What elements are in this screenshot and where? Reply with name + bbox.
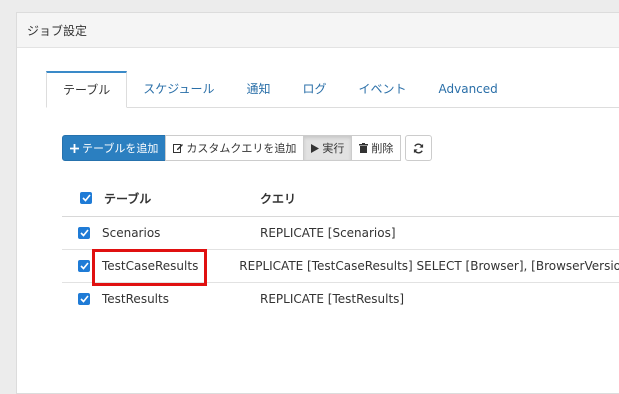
trash-icon	[359, 143, 369, 153]
tab-log[interactable]: ログ	[286, 71, 342, 107]
panel-title: ジョブ設定	[17, 13, 619, 48]
toolbar: テーブルを追加 カスタムクエリを追加 実行 削除	[62, 135, 433, 161]
tab-advanced[interactable]: Advanced	[423, 71, 514, 107]
edit-icon	[173, 143, 184, 153]
add-custom-query-button[interactable]: カスタムクエリを追加	[165, 135, 305, 161]
refresh-button[interactable]	[405, 135, 433, 161]
highlight-box	[92, 249, 207, 286]
plus-icon	[70, 143, 79, 153]
refresh-icon	[413, 142, 424, 154]
tab-table[interactable]: テーブル	[46, 71, 128, 108]
tab-event[interactable]: イベント	[342, 71, 422, 107]
row-table-name: TestResults	[102, 292, 169, 306]
table-row[interactable]: Scenarios REPLICATE [Scenarios]	[62, 217, 619, 249]
row-checkbox[interactable]	[78, 227, 90, 239]
play-icon	[311, 143, 320, 153]
tab-schedule[interactable]: スケジュール	[127, 71, 230, 107]
table-row[interactable]: TestResults REPLICATE [TestResults]	[62, 282, 619, 315]
row-checkbox[interactable]	[78, 260, 90, 272]
tab-bar: テーブル スケジュール 通知 ログ イベント Advanced	[46, 71, 619, 108]
add-custom-query-label: カスタムクエリを追加	[186, 142, 297, 155]
run-button[interactable]: 実行	[303, 135, 353, 161]
table-header: テーブル クエリ	[62, 180, 619, 217]
row-table-name: Scenarios	[102, 226, 161, 240]
delete-label: 削除	[371, 142, 394, 155]
column-header-query: クエリ	[260, 191, 297, 206]
delete-button[interactable]: 削除	[351, 135, 402, 161]
run-label: 実行	[322, 142, 345, 155]
tab-notification[interactable]: 通知	[230, 71, 286, 107]
row-query: REPLICATE [TestCaseResults] SELECT [Brow…	[239, 259, 619, 273]
table-list: テーブル クエリ Scenarios REPLICATE [Scenarios]…	[62, 180, 619, 315]
select-all-checkbox[interactable]	[80, 192, 92, 204]
row-query: REPLICATE [TestResults]	[260, 292, 405, 306]
column-header-table: テーブル	[104, 191, 152, 206]
add-table-label: テーブルを追加	[82, 142, 159, 155]
row-query: REPLICATE [Scenarios]	[260, 226, 396, 240]
row-checkbox[interactable]	[78, 293, 90, 305]
add-table-button[interactable]: テーブルを追加	[62, 135, 167, 161]
